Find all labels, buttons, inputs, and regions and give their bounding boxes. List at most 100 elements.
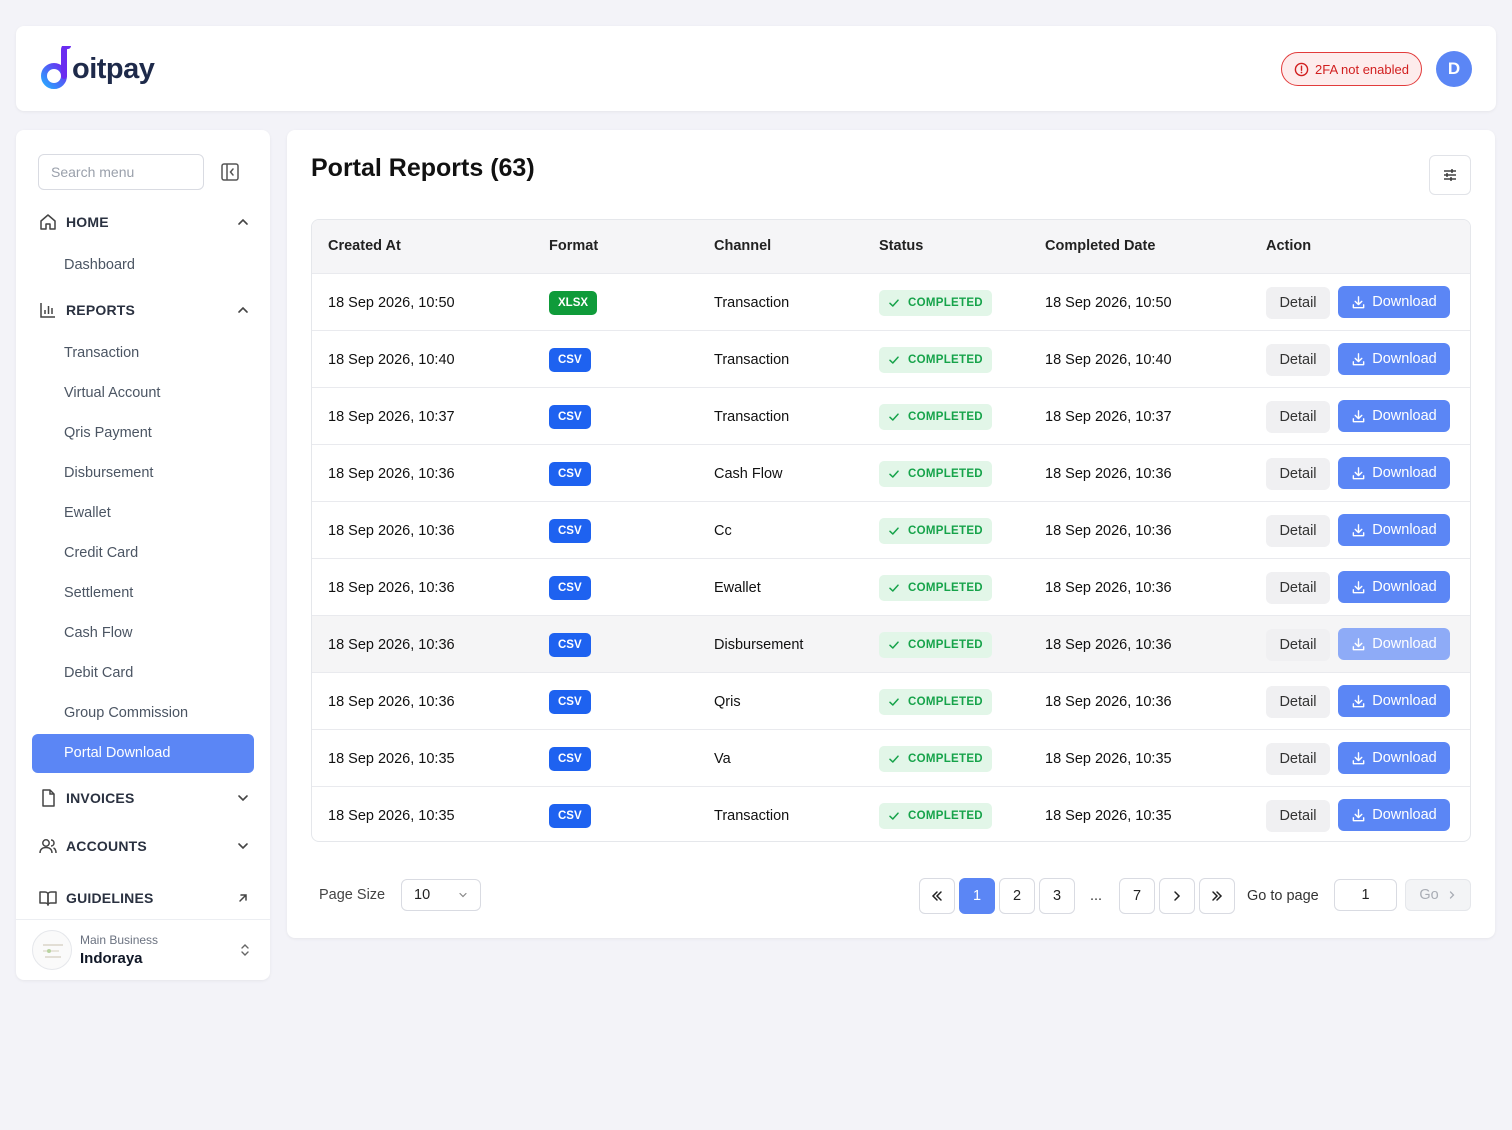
channel-cell: Transaction <box>714 351 790 368</box>
check-icon <box>889 412 899 421</box>
detail-button[interactable]: Detail <box>1266 742 1330 775</box>
completed-date-cell: 18 Sep 2026, 10:35 <box>1045 750 1172 767</box>
sidebar-item-dashboard[interactable]: Dashboard <box>64 255 135 275</box>
sidebar-section-guidelines[interactable]: GUIDELINES <box>38 884 250 912</box>
action-cell: Detail Download <box>1266 388 1456 445</box>
completed-date-cell: 18 Sep 2026, 10:36 <box>1045 693 1172 710</box>
go-button[interactable]: Go <box>1405 879 1471 911</box>
sidebar-section-invoices[interactable]: INVOICES <box>38 784 250 812</box>
reports-section-label: REPORTS <box>66 302 136 318</box>
status-label: COMPLETED <box>908 467 983 480</box>
action-cell: Detail Download <box>1266 559 1456 616</box>
created-at-cell: 18 Sep 2026, 10:35 <box>328 807 455 824</box>
sidebar-item-credit-card[interactable]: Credit Card <box>64 543 138 563</box>
sidebar-item-group-commission[interactable]: Group Commission <box>64 703 188 723</box>
channel-cell: Ewallet <box>714 579 761 596</box>
download-button[interactable]: Download <box>1338 685 1450 717</box>
goto-page-input[interactable] <box>1334 879 1397 911</box>
user-avatar[interactable]: D <box>1436 51 1472 87</box>
status-badge: COMPLETED <box>879 517 992 544</box>
download-button-label: Download <box>1372 465 1437 481</box>
format-badge: CSV <box>549 689 591 714</box>
first-page-button[interactable] <box>919 878 955 914</box>
detail-button[interactable]: Detail <box>1266 457 1330 490</box>
chevron-right-icon <box>1449 891 1455 899</box>
sidebar-section-reports[interactable]: REPORTS <box>38 296 250 324</box>
sidebar-section-home[interactable]: HOME <box>38 208 250 236</box>
download-button-label: Download <box>1372 750 1437 766</box>
download-button[interactable]: Download <box>1338 400 1450 432</box>
format-badge: CSV <box>549 404 591 429</box>
sidebar-section-accounts[interactable]: ACCOUNTS <box>38 832 250 860</box>
download-button[interactable]: Download <box>1338 457 1450 489</box>
detail-button[interactable]: Detail <box>1266 400 1330 433</box>
detail-button[interactable]: Detail <box>1266 286 1330 319</box>
collapse-sidebar-icon[interactable] <box>220 162 240 182</box>
pagination-bar: Page Size 10 1 2 3 ... 7 Go to page Go <box>287 878 1495 914</box>
status-badge: COMPLETED <box>879 802 992 829</box>
format-badge: CSV <box>549 575 591 600</box>
detail-button[interactable]: Detail <box>1266 799 1330 832</box>
format-cell: CSV <box>549 445 591 502</box>
table-row: 18 Sep 2026, 10:50 XLSX Transaction COMPLET… <box>312 273 1470 330</box>
format-cell: CSV <box>549 616 591 673</box>
download-icon <box>1352 808 1365 821</box>
sidebar-item-cash-flow[interactable]: Cash Flow <box>64 623 133 643</box>
main-panel: Portal Reports (63) Created At Format Ch… <box>287 130 1495 938</box>
sidebar-item-ewallet[interactable]: Ewallet <box>64 503 111 523</box>
detail-button[interactable]: Detail <box>1266 514 1330 547</box>
status-cell: COMPLETED <box>879 331 992 388</box>
action-cell: Detail Download <box>1266 730 1456 787</box>
invoices-section-label: INVOICES <box>66 790 135 806</box>
action-cell: Detail Download <box>1266 331 1456 388</box>
download-button[interactable]: Download <box>1338 799 1450 831</box>
sidebar-item-disbursement[interactable]: Disbursement <box>64 463 153 483</box>
detail-button[interactable]: Detail <box>1266 685 1330 718</box>
download-button[interactable]: Download <box>1338 628 1450 660</box>
goto-page-label: Go to page <box>1247 888 1319 904</box>
format-cell: XLSX <box>549 274 598 331</box>
last-page-button[interactable] <box>1199 878 1235 914</box>
sidebar-item-transaction[interactable]: Transaction <box>64 343 139 363</box>
detail-button[interactable]: Detail <box>1266 628 1330 661</box>
book-icon <box>39 891 57 906</box>
download-button[interactable]: Download <box>1338 571 1450 603</box>
page-button-2[interactable]: 2 <box>999 878 1035 914</box>
search-menu-input[interactable] <box>38 154 204 190</box>
page-button-last[interactable]: 7 <box>1119 878 1155 914</box>
page-button-1[interactable]: 1 <box>959 878 995 914</box>
doitpay-logo[interactable]: oitpay <box>40 44 155 94</box>
detail-button[interactable]: Detail <box>1266 571 1330 604</box>
completed-date-cell: 18 Sep 2026, 10:37 <box>1045 408 1172 425</box>
check-icon <box>889 469 899 478</box>
sidebar-item-virtual-account[interactable]: Virtual Account <box>64 383 160 403</box>
column-header-created-at: Created At <box>328 238 401 254</box>
completed-date-cell: 18 Sep 2026, 10:36 <box>1045 636 1172 653</box>
page-size-select[interactable]: 10 <box>401 879 481 911</box>
sidebar-item-debit-card[interactable]: Debit Card <box>64 663 133 683</box>
status-label: COMPLETED <box>908 809 983 822</box>
format-cell: CSV <box>549 559 591 616</box>
completed-date-cell: 18 Sep 2026, 10:40 <box>1045 351 1172 368</box>
status-cell: COMPLETED <box>879 502 992 559</box>
download-button[interactable]: Download <box>1338 286 1450 318</box>
download-button[interactable]: Download <box>1338 742 1450 774</box>
go-button-label: Go <box>1419 887 1439 903</box>
twofa-warning-badge[interactable]: 2FA not enabled <box>1281 52 1422 86</box>
next-page-button[interactable] <box>1159 878 1195 914</box>
chevron-up-icon <box>238 306 248 313</box>
sidebar-item-settlement[interactable]: Settlement <box>64 583 133 603</box>
page-button-3[interactable]: 3 <box>1039 878 1075 914</box>
sidebar-item-qris-payment[interactable]: Qris Payment <box>64 423 152 443</box>
business-avatar <box>32 930 72 970</box>
filter-button[interactable] <box>1429 155 1471 195</box>
chevron-down-icon <box>459 892 467 898</box>
business-switcher[interactable]: Main Business Indoraya <box>16 919 270 980</box>
detail-button[interactable]: Detail <box>1266 343 1330 376</box>
format-cell: CSV <box>549 502 591 559</box>
download-button[interactable]: Download <box>1338 514 1450 546</box>
accounts-section-label: ACCOUNTS <box>66 838 147 854</box>
download-button[interactable]: Download <box>1338 343 1450 375</box>
sidebar: HOME Dashboard REPORTS Transaction Virtu… <box>16 130 270 980</box>
sidebar-item-portal-download[interactable]: Portal Download <box>32 734 254 773</box>
